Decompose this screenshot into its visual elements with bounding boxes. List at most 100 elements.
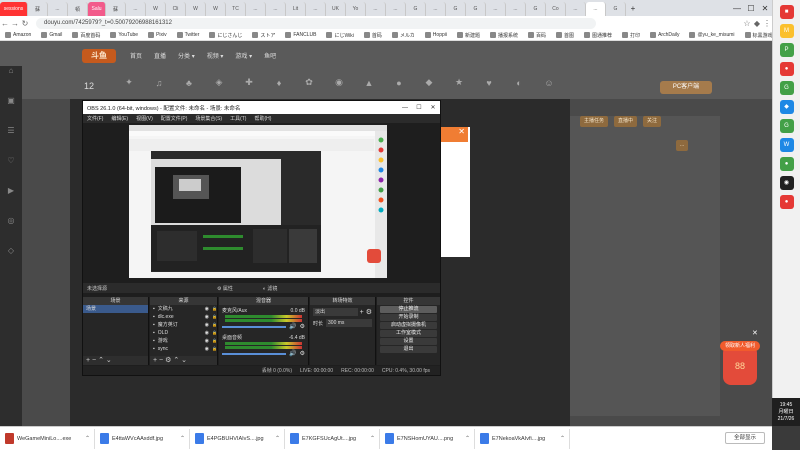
browser-tab[interactable]: sessions: [0, 2, 28, 16]
mic-volume-slider[interactable]: [222, 325, 287, 328]
visibility-icon[interactable]: ◉: [205, 305, 209, 313]
transition-settings-icon[interactable]: ⚙: [366, 308, 372, 316]
browser-tab[interactable]: ...: [48, 2, 68, 16]
transition-add-icon[interactable]: +: [360, 309, 364, 316]
extension-icon[interactable]: P: [779, 43, 794, 57]
chevron-up-icon[interactable]: ⌃: [85, 435, 90, 442]
browser-tab[interactable]: ...: [366, 2, 386, 16]
bookmark-item[interactable]: Twitter: [176, 32, 199, 38]
browser-tab[interactable]: Lit: [286, 2, 306, 16]
category-icon[interactable]: ♫: [150, 78, 168, 88]
chevron-up-icon[interactable]: ⌃: [370, 435, 375, 442]
browser-tab[interactable]: TC: [226, 2, 246, 16]
source-settings-icon[interactable]: ⚙: [165, 357, 171, 364]
obs-control-button[interactable]: 启动虚拟摄像机: [380, 322, 437, 329]
browser-tab[interactable]: 蘇: [28, 2, 48, 16]
bookmark-item[interactable]: Gmail: [41, 32, 62, 38]
remove-scene-icon[interactable]: −: [92, 357, 96, 364]
remove-source-icon[interactable]: −: [159, 357, 163, 364]
browser-tab[interactable]: Yo: [346, 2, 366, 16]
lock-icon[interactable]: 🔒: [212, 321, 217, 329]
lock-icon[interactable]: 🔒: [212, 313, 217, 321]
properties-button[interactable]: ⚙ 属性: [217, 285, 233, 292]
chevron-up-icon[interactable]: ⌃: [560, 435, 565, 442]
site-nav-item[interactable]: 直播: [154, 51, 166, 60]
browser-tab[interactable]: G: [526, 2, 546, 16]
browser-tab[interactable]: ...: [586, 2, 606, 16]
source-up-icon[interactable]: ⌃: [173, 357, 179, 364]
scene-item[interactable]: 场景: [83, 305, 148, 313]
bookmark-item[interactable]: 播报系统: [490, 32, 518, 39]
bookmark-item[interactable]: FANCLUB: [285, 32, 316, 38]
side-action-button[interactable]: ...: [676, 140, 689, 151]
obs-close-icon[interactable]: ✕: [426, 101, 440, 115]
obs-menu-item[interactable]: 工具(T): [230, 115, 246, 122]
browser-tab[interactable]: Cli: [166, 2, 186, 16]
browser-tab[interactable]: ...: [506, 2, 526, 16]
lock-icon[interactable]: 🔒: [212, 337, 217, 345]
browser-tab[interactable]: G: [466, 2, 486, 16]
chevron-up-icon[interactable]: ⌃: [465, 435, 470, 442]
move-down-icon[interactable]: ⌄: [106, 357, 112, 364]
extension-icon[interactable]: G: [779, 81, 794, 95]
minimize-icon[interactable]: —: [730, 1, 744, 15]
forward-icon[interactable]: →: [10, 19, 20, 28]
category-icon[interactable]: ✦: [120, 77, 138, 88]
category-icon[interactable]: ◈: [210, 77, 228, 88]
category-icon[interactable]: ♦: [270, 78, 288, 88]
download-item[interactable]: E4ttaWVcAAxddf.jpg ⌃: [95, 428, 190, 449]
pc-client-button[interactable]: PC客户端: [660, 81, 712, 94]
home-icon[interactable]: ⌂: [0, 66, 22, 96]
category-icon[interactable]: ●: [390, 78, 408, 88]
back-icon[interactable]: ←: [0, 19, 10, 28]
visibility-icon[interactable]: ◉: [205, 321, 209, 329]
category-icon[interactable]: ♣: [180, 78, 198, 88]
duration-input[interactable]: 300 ms: [326, 319, 372, 327]
browser-tab[interactable]: W: [146, 2, 166, 16]
download-item[interactable]: E4PGBUHVIAIvS....jpg ⌃: [190, 428, 285, 449]
source-item[interactable]: ▪ 文稿九 ◉ 🔒: [150, 305, 217, 313]
reload-icon[interactable]: ↻: [20, 19, 30, 28]
bookmark-item[interactable]: ArchDaily: [650, 32, 679, 38]
chevron-up-icon[interactable]: ⌃: [180, 435, 185, 442]
site-nav-item[interactable]: 分类 ▾: [178, 51, 195, 60]
filters-button[interactable]: ◐ 滤镜: [263, 285, 277, 292]
maximize-icon[interactable]: ☐: [744, 1, 758, 15]
game-icon[interactable]: ◎: [0, 216, 22, 246]
room-button[interactable]: 主播任务: [580, 116, 609, 127]
extension-icon[interactable]: ●: [779, 62, 794, 76]
browser-tab[interactable]: ...: [246, 2, 266, 16]
browser-tab[interactable]: G: [606, 2, 626, 16]
visibility-icon[interactable]: ◉: [205, 337, 209, 345]
obs-control-button[interactable]: 退出: [380, 346, 437, 353]
browser-tab[interactable]: ...: [486, 2, 506, 16]
category-icon[interactable]: ▲: [360, 78, 378, 88]
bookmark-item[interactable]: @yu_ke_misumi: [689, 32, 735, 38]
visibility-icon[interactable]: ◉: [205, 345, 209, 353]
chevron-up-icon[interactable]: ⌃: [275, 435, 280, 442]
source-item[interactable]: ▪ 魔方英订 ◉ 🔒: [150, 321, 217, 329]
browser-tab[interactable]: Salu: [88, 2, 106, 16]
obs-control-button[interactable]: 工作室模式: [380, 330, 437, 337]
dialog-close-icon[interactable]: ✕: [440, 127, 468, 142]
obs-menu-item[interactable]: 帮助(H): [254, 115, 271, 122]
desktop-volume-slider[interactable]: [222, 352, 287, 355]
download-item[interactable]: E7KGFSUcAgUt....jpg ⌃: [285, 428, 380, 449]
url-input[interactable]: douyu.com/7425979?_t=0.50079206988161312: [36, 17, 596, 29]
room-button[interactable]: 直播中: [614, 116, 638, 127]
browser-tab[interactable]: 蘇: [106, 2, 126, 16]
obs-menu-item[interactable]: 编辑(E): [111, 115, 128, 122]
extension-icon[interactable]: ●: [779, 195, 794, 209]
bookmark-item[interactable]: 图通推荐: [584, 32, 612, 39]
move-up-icon[interactable]: ⌃: [98, 357, 104, 364]
obs-preview[interactable]: [129, 125, 387, 278]
bookmark-item[interactable]: 百码: [528, 32, 546, 39]
category-icon[interactable]: ◉: [330, 77, 348, 88]
browser-tab[interactable]: ...: [306, 2, 326, 16]
extension-icon[interactable]: ◉: [779, 176, 794, 190]
site-nav-item[interactable]: 视频 ▾: [207, 51, 224, 60]
source-item[interactable]: ▪ OLD ◉ 🔒: [150, 329, 217, 337]
extension-icon[interactable]: G: [779, 119, 794, 133]
room-button[interactable]: 关注: [643, 116, 662, 127]
follow-icon[interactable]: ♡: [0, 156, 22, 186]
